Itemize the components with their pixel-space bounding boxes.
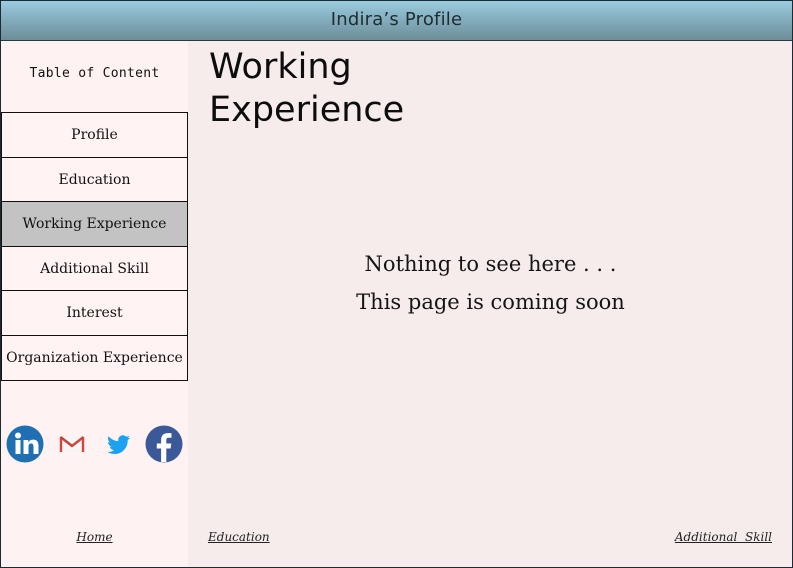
page-frame: Indira’s Profile Table of Content Profil… xyxy=(0,0,793,568)
next-link-additional-skill[interactable]: Additional Skill xyxy=(675,530,772,544)
gmail-icon[interactable] xyxy=(52,424,92,464)
sidebar-item-additional-skill[interactable]: Additional Skill xyxy=(1,245,188,292)
toc-nav: Profile Education Working Experience Add… xyxy=(1,112,188,381)
sidebar-item-education[interactable]: Education xyxy=(1,156,188,203)
twitter-icon[interactable] xyxy=(98,424,138,464)
page-title: Indira’s Profile xyxy=(330,9,463,30)
linkedin-icon[interactable] xyxy=(5,424,45,464)
prev-link-education[interactable]: Education xyxy=(208,530,270,544)
sidebar-item-interest[interactable]: Interest xyxy=(1,290,188,336)
sidebar-item-working-experience[interactable]: Working Experience xyxy=(1,201,188,247)
placeholder-message-line2: This page is coming soon xyxy=(356,290,625,314)
facebook-icon[interactable] xyxy=(144,424,184,464)
header-bar: Indira’s Profile xyxy=(1,1,792,41)
toc-title: Table of Content xyxy=(29,66,160,81)
placeholder-message-line1: Nothing to see here . . . xyxy=(364,252,617,276)
section-heading: Working Experience xyxy=(209,47,405,130)
sidebar: Table of Content Profile Education Worki… xyxy=(1,41,188,567)
sidebar-item-profile[interactable]: Profile xyxy=(1,112,188,158)
social-links xyxy=(1,424,188,464)
home-link[interactable]: Home xyxy=(1,530,188,544)
sidebar-item-organization-experience[interactable]: Organization Experience xyxy=(1,334,188,381)
